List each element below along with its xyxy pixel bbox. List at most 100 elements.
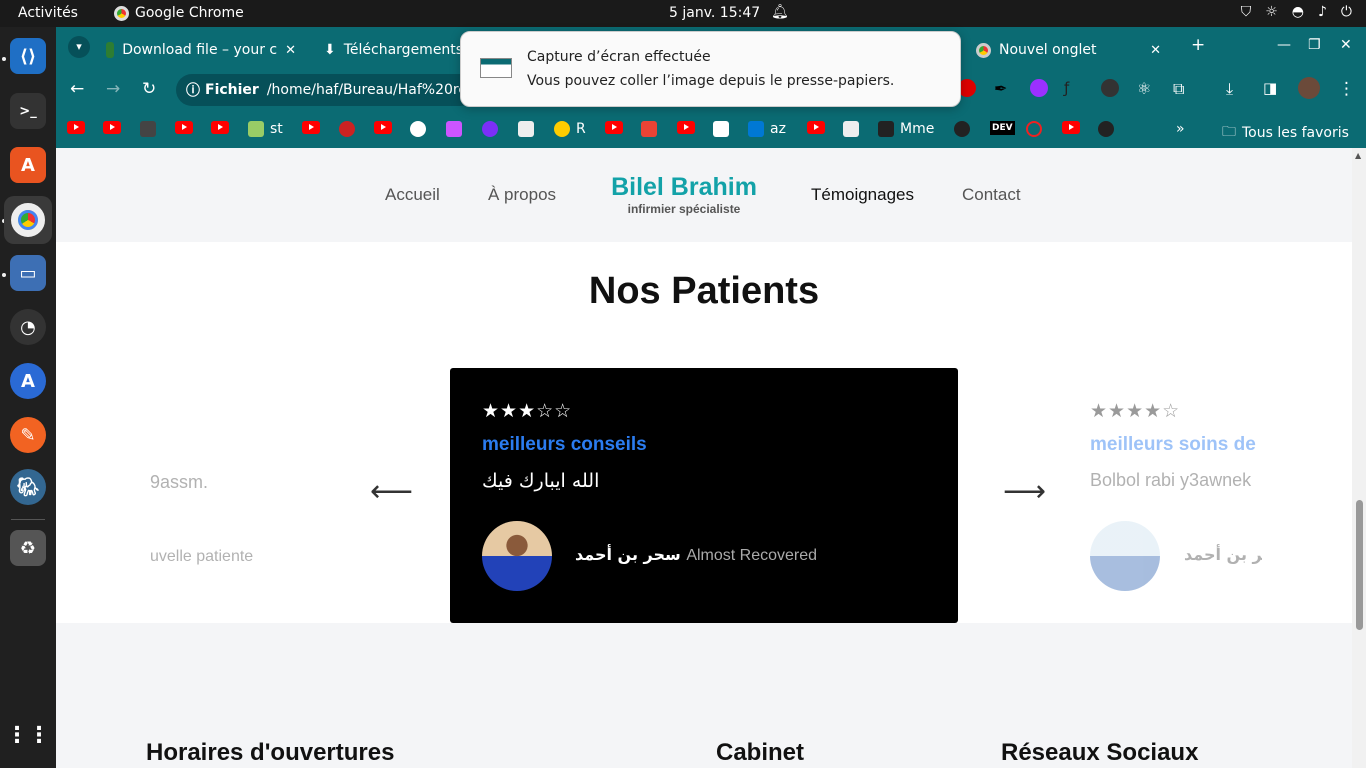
youtube-bookmark[interactable] [605,121,623,134]
all-bookmarks[interactable]: 🗀 Tous les favoris [1222,121,1349,145]
testimonials-section: Nos Patients 9assm. uvelle patiente ⟵ ★★… [56,242,1352,623]
activities-button[interactable]: Activités [18,5,78,21]
eyedropper-icon[interactable]: ✒ [994,79,1012,98]
gmail-icon [641,121,657,137]
footer-hours-title: Horaires d'ouvertures [146,739,395,766]
youtube-bookmark[interactable] [67,121,85,134]
wifi-icon: ◓ [1291,4,1304,20]
screenshot-notification[interactable]: Capture d’écran effectuée Vous pouvez co… [460,31,961,107]
software-center-icon[interactable]: A [10,147,46,183]
gmail-bookmark[interactable] [446,121,462,137]
cursor-icon[interactable] [1101,79,1119,97]
chrome-icon [114,5,129,21]
app-store-icon[interactable]: A [10,363,46,399]
bookmark-label: st [270,121,283,137]
site-brand[interactable]: Bilel Brahim infirmier spécialiste [611,173,757,216]
new-tab-button[interactable]: + [1191,35,1205,55]
screenshot-thumbnail [480,58,512,78]
file-chip[interactable]: ⓘ Fichier [186,80,259,100]
bookmark-label: az [770,121,786,137]
youtube-bookmark[interactable] [374,121,392,134]
tab-downloads[interactable]: ⬇ Téléchargements [314,33,464,67]
c-icon [843,121,859,137]
nav-temoignages[interactable]: Témoignages [811,185,914,205]
prev-arrow-icon[interactable]: ⟵ [370,474,413,509]
folder-icon: 🗀 [1222,124,1236,140]
c-bookmark[interactable] [843,121,859,137]
youtube-bookmark[interactable] [1062,121,1080,134]
u-bookmark[interactable] [482,121,498,137]
footer-cabinet-title: Cabinet [716,739,805,766]
youtube-icon [605,121,623,134]
show-apps-icon[interactable]: ⋮⋮ [6,717,50,753]
tab-download-file[interactable]: Download file – your c ✕ [96,33,306,67]
postman-icon[interactable]: ✎ [10,417,46,453]
minimize-button[interactable]: — [1277,37,1291,53]
puzzle-icon[interactable]: ⧉ [1173,79,1191,98]
app-menu[interactable]: Google Chrome [114,5,244,21]
extension-bookmark[interactable] [1026,121,1042,137]
github-bookmark[interactable] [954,121,970,137]
avatar-icon [140,121,156,137]
vscode-icon[interactable]: ⟨⟩ [10,38,46,74]
more-bookmarks-icon[interactable]: » [1176,121,1185,137]
menu-icon[interactable]: ⋮ [1338,79,1355,99]
testimonial-prev-card[interactable]: 9assm. uvelle patiente [146,368,296,623]
c-bookmark[interactable] [410,121,426,137]
mme-bookmark[interactable]: Mme [878,121,934,137]
az-bookmark[interactable]: az [748,121,786,137]
profile-bookmark[interactable] [140,121,156,137]
chrome-dock-icon[interactable] [4,196,52,244]
profile-avatar[interactable] [1298,77,1320,99]
system-tray[interactable]: ⛉ ☼ ◓ ♪ ⏻ [1241,4,1352,20]
function-icon[interactable]: ƒ [1064,79,1082,97]
image-icon [248,121,264,137]
m-icon [446,121,462,137]
scrollbar-thumb[interactable] [1356,500,1363,630]
back-arrow-icon[interactable]: ← [70,79,84,99]
next-arrow-icon[interactable]: ⟶ [1003,474,1046,509]
close-tab-icon[interactable]: ✕ [1150,43,1161,58]
page-scrollbar[interactable]: ▲ [1352,148,1366,768]
youtube-bookmark[interactable] [103,121,121,134]
extension-icon[interactable] [1030,79,1048,97]
testimonial-next-card[interactable]: ★★★★☆ meilleurs soins de Bolbol rabi y3a… [1090,368,1262,623]
scroll-up-icon[interactable]: ▲ [1355,151,1361,160]
youtube-bookmark[interactable] [807,121,825,134]
clock[interactable]: 5 janv. 15:47 [669,5,760,21]
bookmark-label: Tous les favoris [1242,125,1349,141]
address-bar[interactable]: ⓘ Fichier /home/haf/Bureau/Haf%20rep [176,74,476,106]
nav-apropos[interactable]: À propos [488,185,556,205]
nav-accueil[interactable]: Accueil [385,185,440,205]
youtube-bookmark[interactable] [302,121,320,134]
close-tab-icon[interactable]: ✕ [285,43,296,58]
download-icon[interactable]: ⤓ [1226,79,1244,98]
nav-contact[interactable]: Contact [962,185,1021,205]
youtube-bookmark[interactable] [677,121,695,134]
trash-icon[interactable]: ♻ [10,530,46,566]
side-panel-icon[interactable]: ◨ [1263,79,1281,97]
bell-icon[interactable]: 🔔︎ [771,4,789,20]
youtube-bookmark[interactable] [175,121,193,134]
close-window-button[interactable]: ✕ [1340,37,1352,53]
youtube-bookmark[interactable] [211,121,229,134]
maximize-button[interactable]: ❐ [1308,37,1321,53]
url-text[interactable]: /home/haf/Bureau/Haf%20rep [267,82,476,98]
forward-arrow-icon[interactable]: → [106,79,120,99]
gmail-bookmark[interactable] [641,121,657,137]
files-icon[interactable]: ▭ [10,255,46,291]
github-bookmark[interactable] [1098,121,1114,137]
r-bookmark[interactable]: R [554,121,586,137]
tab-new-tab[interactable]: Nouvel onglet ✕ [966,33,1171,67]
terminal-icon[interactable]: >_ [10,93,46,129]
box-bookmark[interactable] [713,121,729,137]
st-bookmark[interactable]: st [248,121,283,137]
dev-bookmark[interactable]: DEV [990,121,1015,135]
react-icon[interactable]: ⚛ [1137,79,1155,98]
tab-search-icon[interactable]: ▾ [68,36,90,58]
reload-icon[interactable]: ↻ [142,79,156,99]
postgresql-icon[interactable]: 🐘︎ [10,469,46,505]
grid-bookmark[interactable] [518,121,534,137]
disk-usage-icon[interactable]: ◔ [10,309,46,345]
extension-bookmark[interactable] [339,121,355,137]
